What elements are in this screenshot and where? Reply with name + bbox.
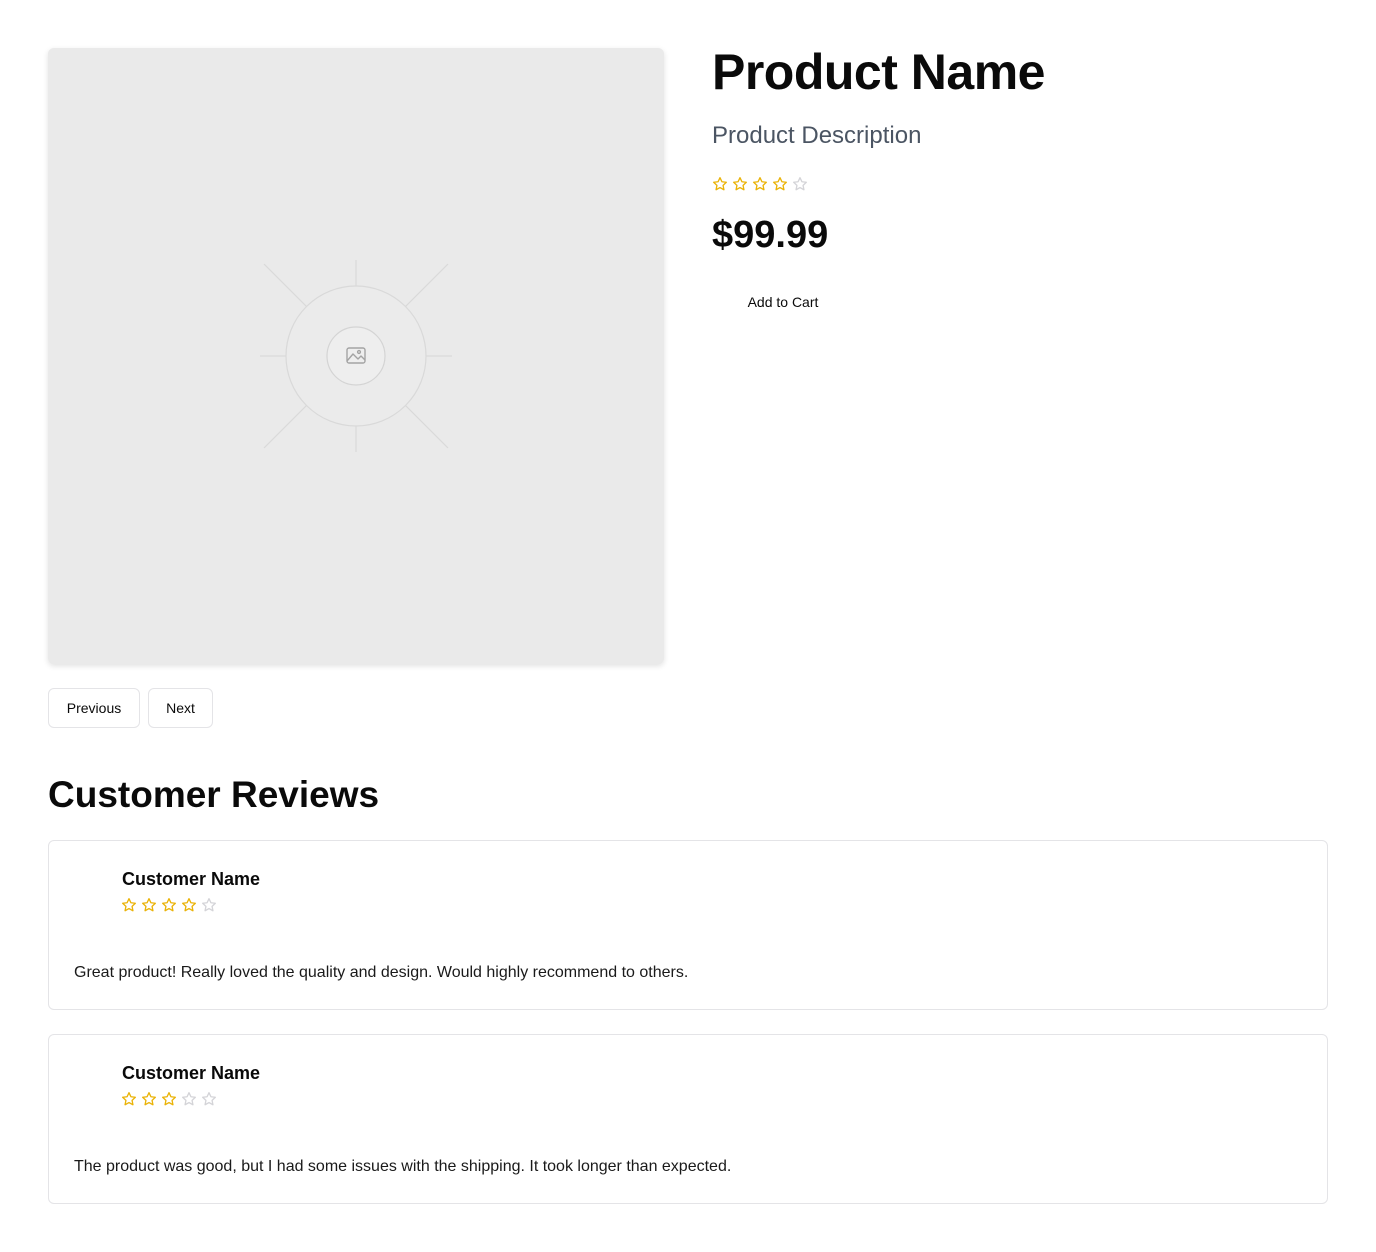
star-filled-icon bbox=[773, 177, 787, 191]
previous-button[interactable]: Previous bbox=[48, 688, 140, 728]
reviewer-name: Customer Name bbox=[122, 1063, 261, 1083]
review-card: Customer Name The product was good, but … bbox=[48, 1034, 1328, 1204]
review-text: The product was good, but I had some iss… bbox=[74, 1158, 732, 1175]
star-filled-icon bbox=[753, 177, 767, 191]
review-rating bbox=[121, 1091, 217, 1107]
product-image bbox=[48, 48, 664, 664]
star-filled-icon bbox=[162, 898, 176, 912]
star-filled-icon bbox=[122, 1092, 136, 1106]
review-rating bbox=[121, 897, 217, 913]
product-price: $99.99 bbox=[712, 214, 829, 256]
star-empty-icon bbox=[202, 898, 216, 912]
reviewer-name: Customer Name bbox=[122, 869, 261, 889]
review-text: Great product! Really loved the quality … bbox=[74, 964, 689, 981]
reviews-heading: Customer Reviews bbox=[48, 774, 380, 815]
star-filled-icon bbox=[122, 898, 136, 912]
product-description: Product Description bbox=[712, 122, 922, 149]
star-filled-icon bbox=[162, 1092, 176, 1106]
star-filled-icon bbox=[713, 177, 727, 191]
review-card: Customer Name Great product! Really love… bbox=[48, 840, 1328, 1010]
next-button[interactable]: Next bbox=[148, 688, 213, 728]
star-empty-icon bbox=[182, 1092, 196, 1106]
star-filled-icon bbox=[142, 1092, 156, 1106]
product-title: Product Name bbox=[712, 44, 1045, 100]
star-filled-icon bbox=[142, 898, 156, 912]
star-empty-icon bbox=[793, 177, 807, 191]
image-placeholder-icon bbox=[260, 260, 452, 452]
star-empty-icon bbox=[202, 1092, 216, 1106]
star-filled-icon bbox=[733, 177, 747, 191]
add-to-cart-button[interactable]: Add to Cart bbox=[712, 282, 854, 322]
product-rating bbox=[712, 176, 808, 192]
star-filled-icon bbox=[182, 898, 196, 912]
